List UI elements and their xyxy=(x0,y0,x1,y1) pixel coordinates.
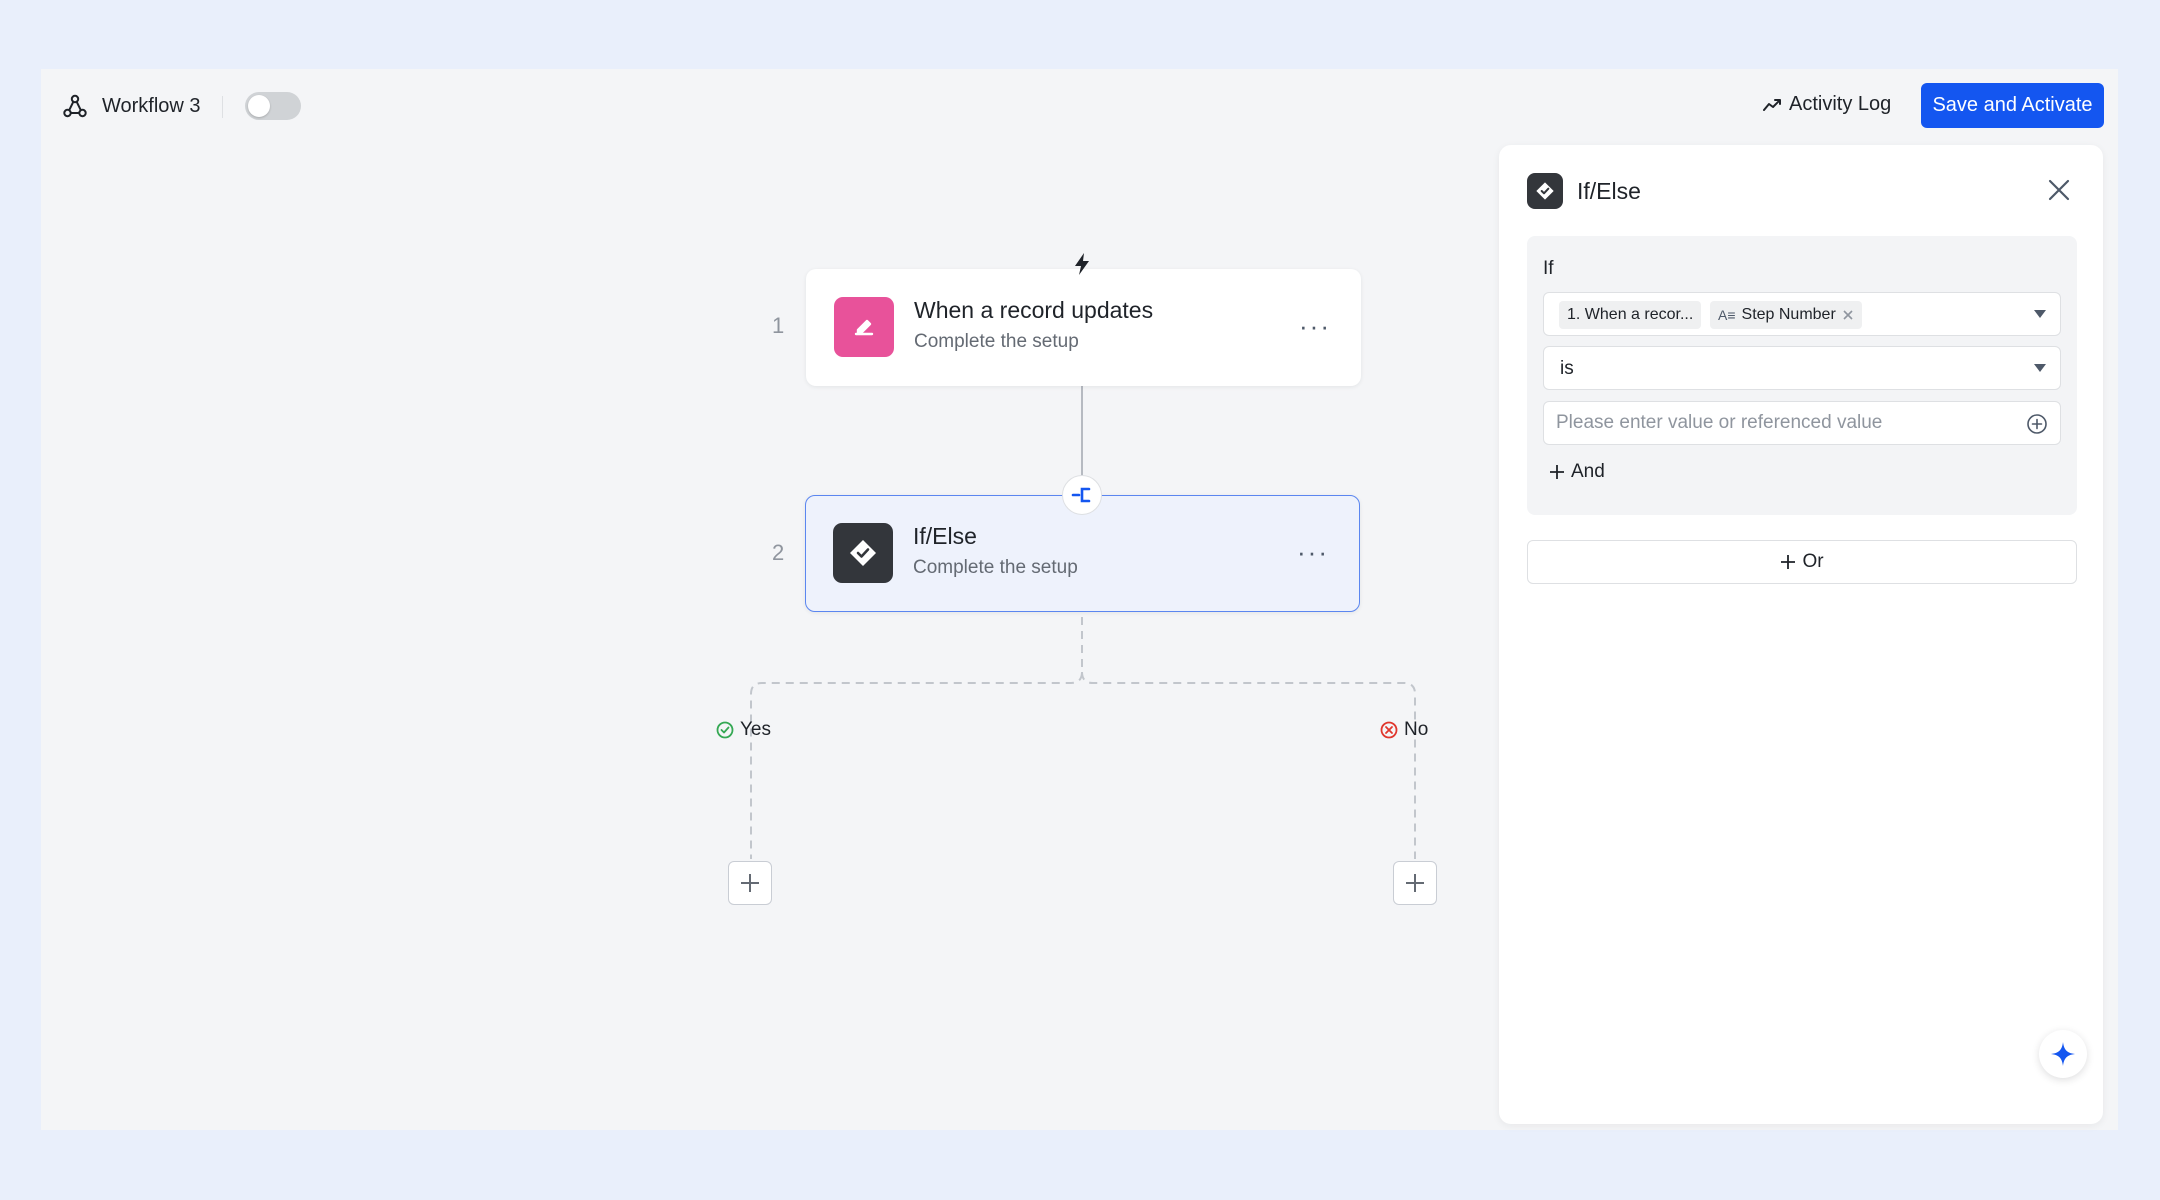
branch-icon xyxy=(1062,475,1102,515)
add-and-condition-button[interactable]: And xyxy=(1549,461,1605,483)
activity-log-button[interactable]: Activity Log xyxy=(1763,93,1891,116)
step-number: 1 xyxy=(772,313,785,338)
source-step-chip: 1. When a recor... xyxy=(1559,301,1702,329)
field-chip: A≡ Step Number xyxy=(1710,301,1862,329)
plus-icon xyxy=(1406,874,1424,892)
add-step-no-button[interactable] xyxy=(1393,861,1437,905)
remove-icon[interactable] xyxy=(1842,309,1854,321)
operator-value: is xyxy=(1560,358,1574,379)
node-title: If/Else xyxy=(913,523,977,549)
x-circle-icon xyxy=(1380,721,1398,739)
check-diamond-icon xyxy=(1527,173,1563,209)
chevron-down-icon xyxy=(2034,364,2046,372)
add-reference-icon[interactable] xyxy=(2026,413,2048,435)
node-subtitle: Complete the setup xyxy=(914,331,1079,352)
add-or-condition-button[interactable]: Or xyxy=(1527,540,2077,584)
no-branch-label: No xyxy=(1380,719,1428,741)
ai-assistant-button[interactable] xyxy=(2039,1030,2087,1078)
if-label: If xyxy=(1543,258,1554,279)
chevron-down-icon xyxy=(2034,310,2046,318)
save-and-activate-button[interactable]: Save and Activate xyxy=(1921,83,2104,128)
ifelse-config-panel: If/Else If 1. When a recor... A≡ Step Nu… xyxy=(1499,145,2103,1124)
close-icon[interactable] xyxy=(2045,176,2073,204)
check-diamond-icon xyxy=(833,523,893,583)
panel-header: If/Else xyxy=(1527,173,1641,209)
more-options-icon[interactable]: ··· xyxy=(1297,537,1329,568)
plus-icon xyxy=(1550,465,1564,479)
node-title: When a record updates xyxy=(914,297,1154,323)
plus-icon xyxy=(741,874,759,892)
pencil-icon xyxy=(834,297,894,357)
more-options-icon[interactable]: ··· xyxy=(1299,311,1331,342)
trigger-node[interactable]: 1 When a record updates Complete the set… xyxy=(772,269,1361,386)
text-field-icon: A≡ xyxy=(1718,307,1736,323)
check-circle-icon xyxy=(716,721,734,739)
sparkle-icon xyxy=(2051,1042,2075,1066)
node-subtitle: Complete the setup xyxy=(913,557,1078,578)
lightning-icon xyxy=(1062,244,1102,284)
value-input[interactable] xyxy=(1545,403,2015,443)
trend-icon xyxy=(1763,98,1781,111)
workflow-app: Workflow 3 Activity Log Save and Activat… xyxy=(41,69,2118,1130)
field-selector[interactable]: 1. When a recor... A≡ Step Number xyxy=(1543,292,2061,336)
condition-group: If 1. When a recor... A≡ Step Number is xyxy=(1527,236,2077,515)
add-step-yes-button[interactable] xyxy=(728,861,772,905)
operator-select[interactable]: is xyxy=(1543,346,2061,390)
value-field[interactable] xyxy=(1543,401,2061,445)
plus-icon xyxy=(1781,555,1796,569)
panel-title: If/Else xyxy=(1577,177,1641,204)
step-number: 2 xyxy=(772,540,785,565)
activity-log-label: Activity Log xyxy=(1789,93,1892,115)
yes-branch-label: Yes xyxy=(716,719,771,741)
